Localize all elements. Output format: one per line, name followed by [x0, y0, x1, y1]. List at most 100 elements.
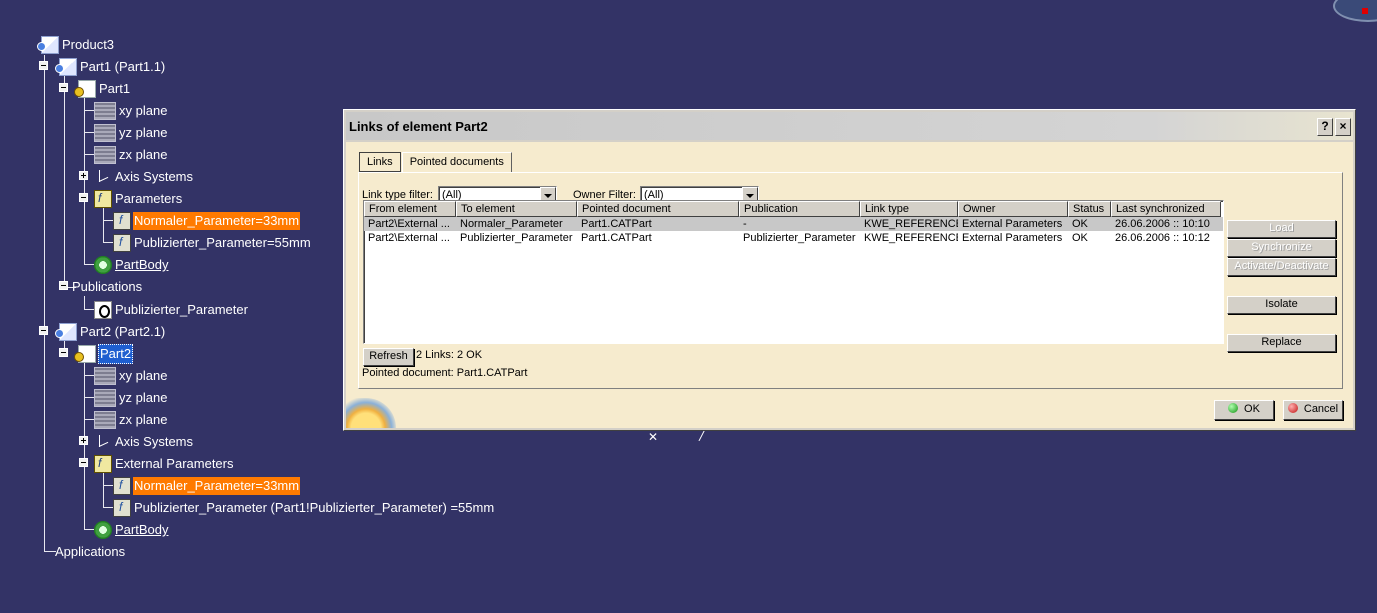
tree-line	[103, 220, 113, 221]
plane-icon	[94, 146, 116, 164]
tree-node-axis-systems[interactable]: Axis Systems	[94, 432, 194, 452]
refresh-button[interactable]: Refresh	[363, 348, 414, 366]
tree-node-part2[interactable]: Part2	[74, 344, 134, 364]
expand-toggle[interactable]	[79, 171, 88, 180]
tree-node-label: Applications	[55, 544, 126, 559]
collapse-toggle[interactable]	[59, 83, 68, 92]
table-row[interactable]: Part2\External ... Publizierter_Paramete…	[364, 231, 1223, 245]
tree-node-label: Parameters	[115, 191, 183, 206]
tree-node-label: zx plane	[119, 412, 168, 427]
tree-node-external-parameters[interactable]: External Parameters	[94, 454, 235, 474]
tree-node-normaler-parameter[interactable]: Normaler_Parameter=33mm	[113, 211, 301, 231]
part-instance-icon	[55, 58, 77, 76]
replace-button[interactable]: Replace	[1227, 334, 1336, 352]
tree-node-label: xy plane	[119, 368, 168, 383]
column-header[interactable]: To element	[456, 201, 577, 217]
cancel-button[interactable]: Cancel	[1283, 400, 1343, 420]
collapse-toggle[interactable]	[59, 348, 68, 357]
load-button[interactable]: Load	[1227, 220, 1336, 238]
tree-line	[103, 473, 104, 508]
parameters-icon	[94, 455, 112, 473]
axis-system-icon	[94, 168, 112, 186]
column-header[interactable]: Owner	[958, 201, 1068, 217]
cancel-label: Cancel	[1303, 403, 1339, 415]
tree-node-zx-plane[interactable]: zx plane	[94, 145, 168, 165]
column-header[interactable]: From element	[364, 201, 456, 217]
tree-line	[84, 309, 94, 310]
tree-node-yz-plane[interactable]: yz plane	[94, 388, 168, 408]
collapse-toggle[interactable]	[59, 281, 68, 290]
tree-node-xy-plane[interactable]: xy plane	[94, 101, 168, 121]
tree-node-publication-item[interactable]: Publizierter_Parameter	[94, 300, 249, 320]
tree-node-product[interactable]: Product3	[37, 35, 115, 55]
collapse-toggle[interactable]	[39, 61, 48, 70]
tree-node-publizierter-parameter[interactable]: Publizierter_Parameter (Part1!Publiziert…	[113, 498, 495, 518]
tree-node-normaler-parameter[interactable]: Normaler_Parameter=33mm	[113, 476, 301, 496]
column-header[interactable]: Last synchronized	[1111, 201, 1221, 217]
table-cell: Publizierter_Parameter	[460, 232, 573, 244]
tree-node-label: Axis Systems	[115, 434, 194, 449]
isolate-button[interactable]: Isolate	[1227, 296, 1336, 314]
column-header[interactable]: Status	[1068, 201, 1111, 217]
tree-line	[84, 154, 94, 155]
tree-line	[84, 132, 94, 133]
table-cell: Part2\External ...	[368, 232, 450, 244]
tree-node-partbody[interactable]: PartBody	[94, 255, 169, 275]
dialog-panel: Links Pointed documents Link type filter…	[346, 142, 1353, 428]
activate-deactivate-button[interactable]: Activate/Deactivate	[1227, 258, 1336, 276]
parameter-icon	[113, 234, 131, 252]
tree-node-applications[interactable]: Applications	[54, 542, 126, 562]
tab-links[interactable]: Links	[359, 152, 401, 172]
tree-node-partbody[interactable]: PartBody	[94, 520, 169, 540]
tree-node-publizierter-parameter[interactable]: Publizierter_Parameter=55mm	[113, 233, 312, 253]
ok-icon	[1228, 403, 1239, 413]
tree-node-parameters[interactable]: Parameters	[94, 189, 183, 209]
tree-node-label: Publizierter_Parameter=55mm	[134, 235, 311, 250]
tree-node-axis-systems[interactable]: Axis Systems	[94, 167, 194, 187]
column-header[interactable]: Pointed document	[577, 201, 739, 217]
collapse-toggle[interactable]	[79, 193, 88, 202]
ok-button[interactable]: OK	[1214, 400, 1274, 420]
tree-node-yz-plane[interactable]: yz plane	[94, 123, 168, 143]
collapse-toggle[interactable]	[79, 458, 88, 467]
plane-icon	[94, 389, 116, 407]
column-header[interactable]: Link type	[860, 201, 958, 217]
tree-line	[84, 529, 94, 530]
axis-mark-icon: ✕	[648, 430, 659, 444]
links-table[interactable]: From element To element Pointed document…	[363, 200, 1224, 344]
links-dialog: Links of element Part2 ? × Links Pointed…	[343, 109, 1356, 431]
close-button[interactable]: ×	[1335, 118, 1351, 136]
table-cell: 26.06.2006 :: 10:10	[1115, 218, 1210, 230]
plane-icon	[94, 367, 116, 385]
column-header[interactable]: Publication	[739, 201, 860, 217]
tree-line	[84, 296, 85, 309]
collapse-toggle[interactable]	[39, 326, 48, 335]
partbody-icon	[94, 521, 112, 539]
plane-icon	[94, 124, 116, 142]
cancel-icon	[1287, 403, 1298, 413]
tree-node-part1[interactable]: Part1	[74, 79, 131, 99]
tree-node-part2-instance[interactable]: Part2 (Part2.1)	[55, 322, 166, 342]
dialog-titlebar[interactable]: Links of element Part2 ? ×	[346, 112, 1353, 140]
tree-node-publications[interactable]: Publications	[71, 277, 143, 297]
help-button[interactable]: ?	[1317, 118, 1333, 136]
ok-label: OK	[1244, 403, 1260, 415]
expand-toggle[interactable]	[79, 436, 88, 445]
partbody-icon	[94, 256, 112, 274]
tree-line	[84, 419, 94, 420]
tree-node-label: Part2	[98, 344, 134, 364]
table-cell: 26.06.2006 :: 10:12	[1115, 232, 1210, 244]
tree-line	[84, 375, 94, 376]
tree-line	[103, 242, 113, 243]
synchronize-button[interactable]: Synchronize	[1227, 239, 1336, 257]
plane-icon	[94, 102, 116, 120]
compass-icon[interactable]	[1333, 0, 1377, 22]
tab-pointed-documents[interactable]: Pointed documents	[401, 152, 512, 172]
tree-node-xy-plane[interactable]: xy plane	[94, 366, 168, 386]
table-row[interactable]: Part2\External ... Normaler_Parameter Pa…	[364, 217, 1223, 231]
product-icon	[37, 36, 59, 54]
catia-logo-icon	[346, 398, 396, 428]
tree-node-part1-instance[interactable]: Part1 (Part1.1)	[55, 57, 166, 77]
tree-node-zx-plane[interactable]: zx plane	[94, 410, 168, 430]
tree-line	[44, 55, 45, 552]
